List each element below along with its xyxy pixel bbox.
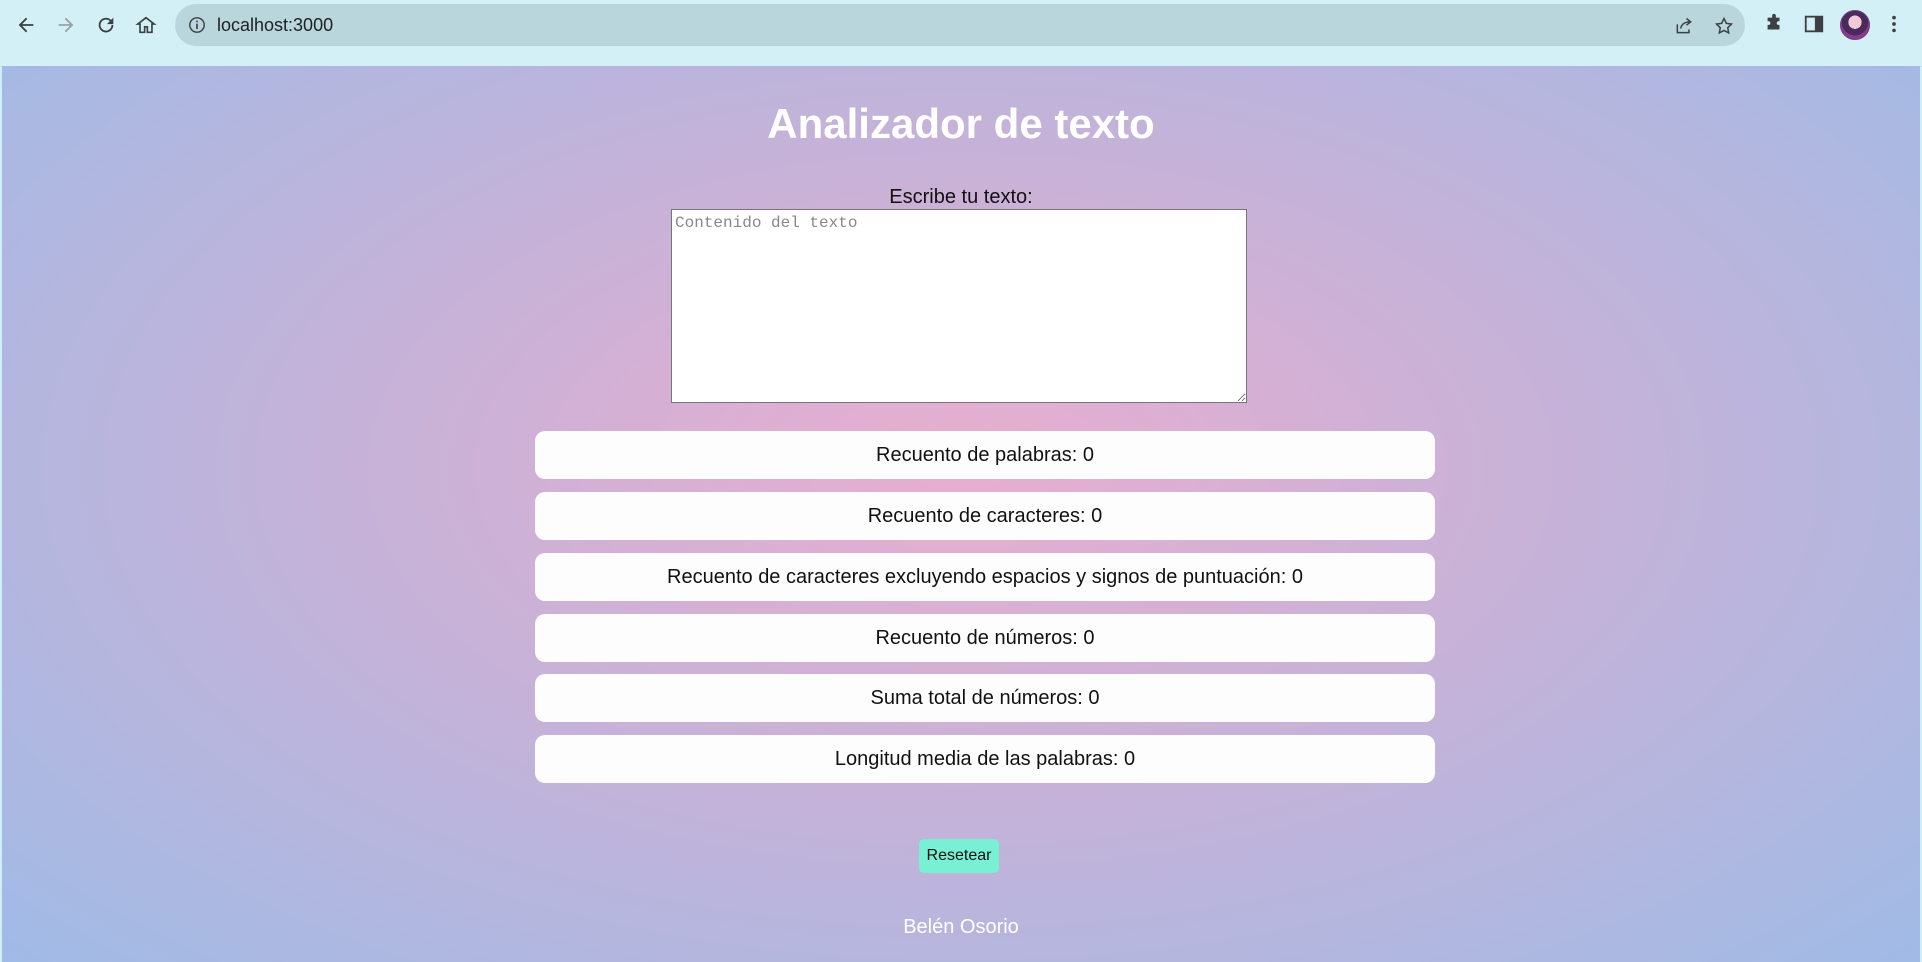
reload-icon[interactable] <box>91 10 121 40</box>
extensions-icon[interactable] <box>1762 12 1786 36</box>
home-icon[interactable] <box>131 10 161 40</box>
profile-avatar[interactable] <box>1840 10 1870 40</box>
back-arrow-icon[interactable] <box>11 10 41 40</box>
stat-word-count: Recuento de palabras: 0 <box>535 431 1435 479</box>
url-text[interactable]: localhost:3000 <box>217 15 333 36</box>
stat-number-sum: Suma total de números: 0 <box>535 674 1435 722</box>
footer-author: Belén Osorio <box>903 916 1019 938</box>
stat-character-count-no-spaces: Recuento de caracteres excluyendo espaci… <box>535 553 1435 601</box>
stat-number-count: Recuento de números: 0 <box>535 614 1435 662</box>
reset-button[interactable]: Resetear <box>919 839 999 873</box>
stat-character-count: Recuento de caracteres: 0 <box>535 492 1435 540</box>
forward-arrow-icon[interactable] <box>51 10 81 40</box>
page-title: Analizador de texto <box>767 100 1155 147</box>
more-vert-icon[interactable] <box>1882 12 1906 36</box>
text-input[interactable] <box>671 209 1247 403</box>
browser-toolbar: localhost:3000 <box>0 0 1922 67</box>
address-bar[interactable]: localhost:3000 <box>175 4 1745 46</box>
side-panel-icon[interactable] <box>1802 12 1826 36</box>
share-icon[interactable] <box>1673 15 1695 37</box>
stat-average-word-length: Longitud media de las palabras: 0 <box>535 735 1435 783</box>
page-content: Analizador de texto Escribe tu texto: Re… <box>2 66 1920 962</box>
star-icon[interactable] <box>1713 15 1735 37</box>
info-icon[interactable] <box>187 15 207 35</box>
textarea-label: Escribe tu texto: <box>889 186 1033 208</box>
